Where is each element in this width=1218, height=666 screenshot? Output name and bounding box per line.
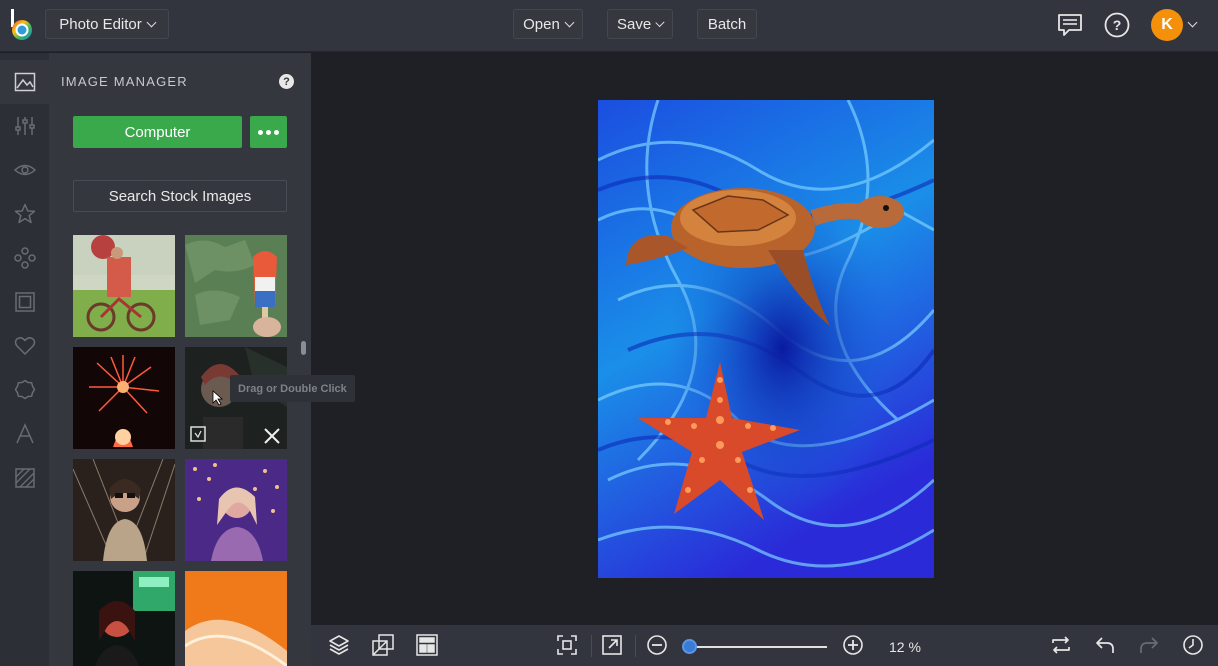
open-button[interactable]: Open <box>513 9 583 39</box>
chevron-down-icon[interactable] <box>1187 17 1198 28</box>
canvas-image[interactable] <box>598 100 934 578</box>
eye-icon <box>13 164 36 176</box>
rail-textures[interactable] <box>0 456 49 500</box>
zoom-out-icon[interactable] <box>645 633 669 657</box>
dot-icon <box>274 129 279 135</box>
search-stock-images-button[interactable]: Search Stock Images <box>73 180 287 212</box>
thumbnail-woman-sunglasses-lights[interactable] <box>73 459 175 561</box>
thumbnail-woman-neon-lights[interactable] <box>185 459 287 561</box>
rail-overlays[interactable] <box>0 368 49 412</box>
zoom-in-icon[interactable] <box>841 633 865 657</box>
computer-upload-button[interactable]: Computer <box>73 116 242 148</box>
search-stock-images-label: Search Stock Images <box>108 187 252 205</box>
layers-icon[interactable] <box>327 633 351 657</box>
help-icon[interactable]: ? <box>279 74 294 89</box>
zoom-slider-handle[interactable] <box>682 639 697 654</box>
fit-screen-icon[interactable] <box>555 633 579 657</box>
dot-icon <box>258 129 263 135</box>
rail-text[interactable] <box>0 412 49 456</box>
redo-icon[interactable] <box>1137 633 1161 657</box>
actual-size-icon[interactable] <box>600 633 624 657</box>
drag-tooltip-text: Drag or Double Click <box>238 382 347 395</box>
help-icon[interactable]: ? <box>1103 11 1131 39</box>
history-icon[interactable] <box>1181 633 1205 657</box>
thumbnail-popsicle[interactable] <box>185 235 287 337</box>
transparency-icon[interactable] <box>371 633 395 657</box>
thumbnail-fireworks[interactable] <box>73 347 175 449</box>
rail-touch-up[interactable] <box>0 148 49 192</box>
svg-text:?: ? <box>1113 17 1122 33</box>
rail-image-manager[interactable] <box>0 60 49 104</box>
comment-icon[interactable] <box>1056 11 1084 39</box>
heart-icon <box>14 337 35 355</box>
compare-icon[interactable] <box>1049 633 1073 657</box>
image-manager-panel: IMAGE MANAGER ? Computer Search Stock Im… <box>49 53 311 666</box>
photo-editor-menu-button[interactable]: Photo Editor <box>45 9 169 39</box>
top-bar: Photo Editor Open Save Batch ? K <box>0 0 1218 52</box>
more-options-button[interactable] <box>250 116 287 148</box>
save-button[interactable]: Save <box>607 9 673 39</box>
befunky-logo-icon[interactable] <box>7 8 35 42</box>
badge-icon <box>14 379 35 400</box>
avatar-initial: K <box>1161 16 1173 33</box>
save-label: Save <box>617 15 652 33</box>
panel-title: IMAGE MANAGER <box>61 74 188 89</box>
zoom-level-label: 12 % <box>889 639 921 655</box>
divider <box>635 635 636 657</box>
frame-icon <box>14 292 35 312</box>
sliders-icon <box>14 117 35 135</box>
batch-button[interactable]: Batch <box>697 9 757 39</box>
chevron-down-icon <box>655 17 665 27</box>
thumbnail-woman-neon-bar[interactable] <box>73 571 175 666</box>
rail-frames[interactable] <box>0 280 49 324</box>
chevron-down-icon <box>146 17 157 27</box>
rail-artsy[interactable] <box>0 236 49 280</box>
bottom-bar: 12 % <box>311 625 1218 666</box>
star-icon <box>14 203 35 224</box>
panel-scrollbar[interactable] <box>301 341 306 355</box>
image-icon <box>14 72 35 92</box>
user-avatar[interactable]: K <box>1151 9 1183 41</box>
rail-edit[interactable] <box>0 104 49 148</box>
zoom-slider-track[interactable] <box>690 646 827 648</box>
divider <box>591 635 592 657</box>
rail-effects[interactable] <box>0 192 49 236</box>
chevron-down-icon <box>564 17 575 27</box>
effects-icon <box>13 247 36 269</box>
drag-tooltip: Drag or Double Click <box>230 375 355 402</box>
help-glyph: ? <box>283 75 290 88</box>
photo-editor-menu-label: Photo Editor <box>59 15 142 33</box>
computer-upload-label: Computer <box>124 123 191 141</box>
texture-icon <box>14 468 35 488</box>
dot-icon <box>266 129 271 135</box>
layout-icon[interactable] <box>415 633 439 657</box>
rail-graphics[interactable] <box>0 324 49 368</box>
open-label: Open <box>523 15 560 33</box>
batch-label: Batch <box>707 15 747 33</box>
thumbnail-girl-on-bicycle[interactable] <box>73 235 175 337</box>
text-icon <box>15 423 34 444</box>
undo-icon[interactable] <box>1093 633 1117 657</box>
thumbnail-orange-abstract[interactable] <box>185 571 287 666</box>
tool-rail <box>0 53 49 666</box>
